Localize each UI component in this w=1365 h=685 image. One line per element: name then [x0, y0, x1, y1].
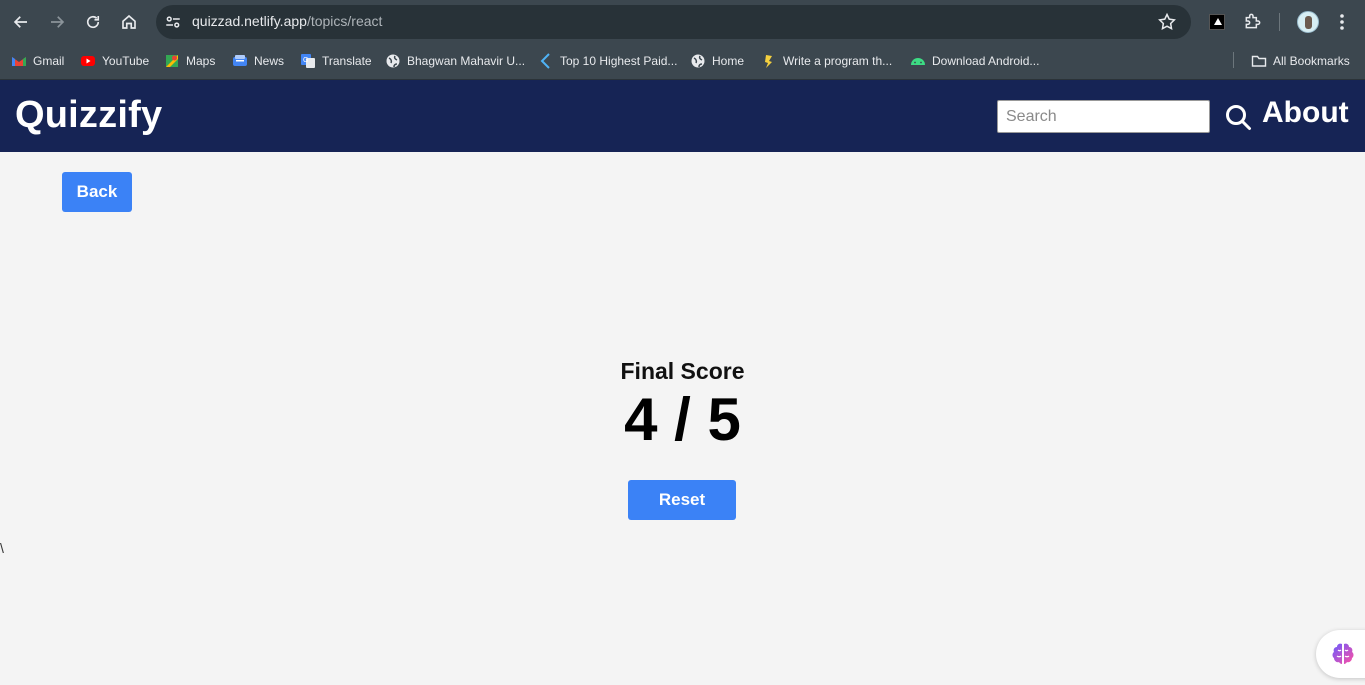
- maps-icon: [164, 53, 180, 69]
- svg-text:G: G: [303, 57, 308, 64]
- back-button[interactable]: Back: [62, 172, 132, 212]
- more-menu-icon[interactable]: [1334, 12, 1350, 32]
- android-icon: [910, 53, 926, 69]
- home-icon[interactable]: [117, 10, 141, 34]
- news-icon: [232, 53, 248, 69]
- all-bookmarks-label: All Bookmarks: [1273, 54, 1350, 68]
- bookmarks-bar: Gmail YouTube Maps News G Translate Bhag…: [0, 44, 1365, 80]
- address-bar[interactable]: quizzad.netlify.app/topics/react: [156, 5, 1191, 39]
- bookmark-label: Maps: [186, 54, 216, 68]
- bookmark-translate[interactable]: G Translate: [300, 52, 372, 70]
- extensions-puzzle-icon[interactable]: [1243, 11, 1263, 31]
- translate-icon: G: [300, 53, 316, 69]
- bookmark-label: Top 10 Highest Paid...: [560, 54, 678, 68]
- site-icon: [761, 53, 777, 69]
- bookmark-bhagwan[interactable]: Bhagwan Mahavir U...: [385, 52, 525, 70]
- globe-icon: [385, 53, 401, 69]
- final-score-value: 4 / 5: [624, 386, 741, 453]
- bookmarks-divider: [1233, 52, 1234, 68]
- bookmark-label: Write a program th...: [783, 54, 893, 68]
- bookmark-star-icon[interactable]: [1157, 12, 1177, 32]
- search-input[interactable]: [997, 100, 1210, 133]
- bookmark-download-android[interactable]: Download Android...: [910, 52, 1039, 70]
- extension-icon[interactable]: [1209, 14, 1225, 30]
- bookmark-label: Translate: [322, 54, 372, 68]
- back-arrow-icon[interactable]: [9, 10, 33, 34]
- browser-toolbar: quizzad.netlify.app/topics/react: [0, 0, 1365, 44]
- final-score-label: Final Score: [620, 358, 745, 384]
- bookmark-label: News: [254, 54, 285, 68]
- bookmark-write-program[interactable]: Write a program th...: [761, 52, 892, 70]
- search-icon[interactable]: [1224, 103, 1252, 131]
- reload-icon[interactable]: [81, 10, 105, 34]
- about-link[interactable]: About: [1262, 96, 1349, 130]
- app-logo[interactable]: Quizzify: [15, 94, 162, 137]
- bookmark-maps[interactable]: Maps: [164, 52, 215, 70]
- url-host: quizzad.netlify.app: [192, 13, 307, 29]
- stray-text: \: [0, 540, 4, 556]
- reset-button[interactable]: Reset: [628, 480, 736, 520]
- globe-icon: [690, 53, 706, 69]
- toolbar-divider: [1279, 13, 1280, 31]
- bookmark-label: YouTube: [102, 54, 150, 68]
- floating-assistant-button[interactable]: [1316, 630, 1365, 678]
- folder-icon: [1251, 53, 1267, 69]
- brain-icon: [1332, 643, 1354, 664]
- bookmark-top10[interactable]: Top 10 Highest Paid...: [538, 52, 677, 70]
- site-icon: [538, 53, 554, 69]
- bookmark-home[interactable]: Home: [690, 52, 744, 70]
- all-bookmarks[interactable]: All Bookmarks: [1251, 52, 1350, 70]
- bookmark-label: Download Android...: [932, 54, 1040, 68]
- url-text: quizzad.netlify.app/topics/react: [192, 13, 382, 29]
- forward-arrow-icon[interactable]: [45, 10, 69, 34]
- bookmark-gmail[interactable]: Gmail: [11, 52, 64, 70]
- bookmark-youtube[interactable]: YouTube: [80, 52, 149, 70]
- site-settings-icon[interactable]: [164, 13, 182, 31]
- youtube-icon: [80, 53, 96, 69]
- url-path: /topics/react: [306, 13, 383, 29]
- gmail-icon: [11, 53, 27, 69]
- app-header: Quizzify About: [0, 80, 1365, 152]
- bookmark-news[interactable]: News: [232, 52, 284, 70]
- profile-avatar[interactable]: [1297, 11, 1319, 33]
- bookmark-label: Home: [712, 54, 745, 68]
- bookmark-label: Gmail: [33, 54, 65, 68]
- bookmark-label: Bhagwan Mahavir U...: [407, 54, 526, 68]
